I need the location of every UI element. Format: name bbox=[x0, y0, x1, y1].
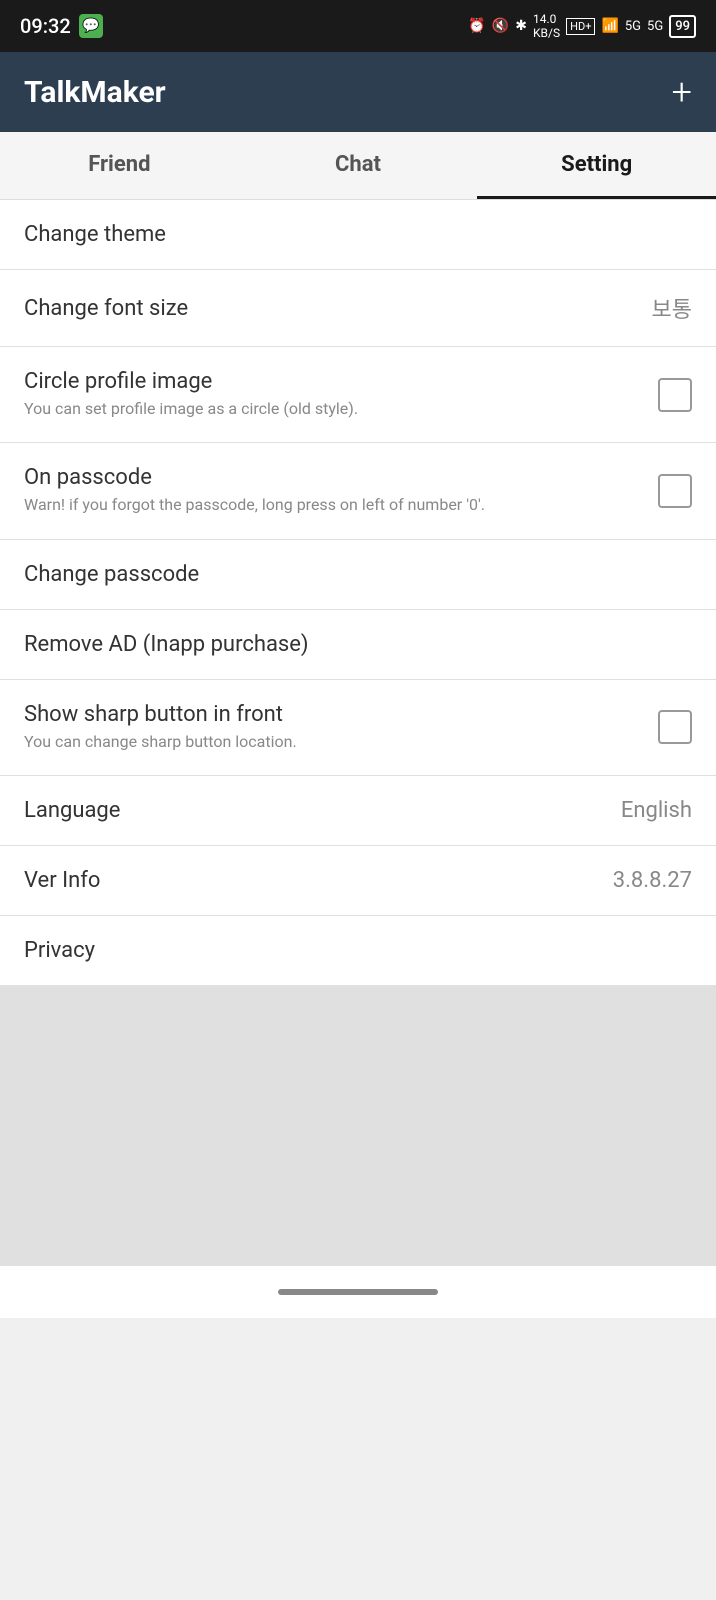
bluetooth-icon: ✱ bbox=[515, 18, 527, 34]
checkbox-circle-profile-image[interactable] bbox=[658, 378, 692, 412]
setting-item-change-passcode[interactable]: Change passcode bbox=[0, 540, 716, 610]
setting-label-language: Language bbox=[24, 798, 605, 823]
setting-item-change-font-size[interactable]: Change font size 보통 bbox=[0, 270, 716, 347]
setting-value-language: English bbox=[621, 798, 692, 823]
hd-icon: HD+ bbox=[566, 18, 595, 35]
setting-item-on-passcode[interactable]: On passcode Warn! if you forgot the passc… bbox=[0, 443, 716, 539]
setting-item-ver-info[interactable]: Ver Info 3.8.8.27 bbox=[0, 846, 716, 916]
setting-label-group-privacy: Privacy bbox=[24, 938, 692, 963]
chat-notification-icon bbox=[79, 14, 103, 38]
setting-label-privacy: Privacy bbox=[24, 938, 692, 963]
setting-item-change-theme[interactable]: Change theme bbox=[0, 200, 716, 270]
setting-label-group-change-font-size: Change font size bbox=[24, 296, 636, 321]
setting-label-group-language: Language bbox=[24, 798, 605, 823]
tab-chat[interactable]: Chat bbox=[239, 132, 478, 199]
battery-level: 99 bbox=[675, 19, 690, 34]
alarm-icon: ⏰ bbox=[468, 18, 485, 34]
signal-5g: 5G bbox=[647, 19, 663, 34]
wifi-icon: 📶 bbox=[601, 18, 618, 34]
setting-label-change-theme: Change theme bbox=[24, 222, 692, 247]
tab-setting[interactable]: Setting bbox=[477, 132, 716, 199]
app-header: TalkMaker + bbox=[0, 52, 716, 132]
setting-item-show-sharp-button[interactable]: Show sharp button in front You can change… bbox=[0, 680, 716, 776]
status-time: 09:32 bbox=[20, 14, 103, 38]
setting-label-group-show-sharp-button: Show sharp button in front You can change… bbox=[24, 702, 642, 753]
settings-list: Change theme Change font size 보통 Circle pro… bbox=[0, 200, 716, 986]
setting-label-change-passcode: Change passcode bbox=[24, 562, 692, 587]
setting-item-remove-ad[interactable]: Remove AD (Inapp purchase) bbox=[0, 610, 716, 680]
setting-label-group-ver-info: Ver Info bbox=[24, 868, 597, 893]
setting-label-on-passcode: On passcode bbox=[24, 465, 642, 490]
battery-indicator: 99 bbox=[669, 15, 696, 38]
setting-label-circle-profile-image: Circle profile image bbox=[24, 369, 642, 394]
setting-item-language[interactable]: Language English bbox=[0, 776, 716, 846]
setting-label-group-change-theme: Change theme bbox=[24, 222, 692, 247]
signal-4g: 5G bbox=[625, 19, 641, 34]
data-speed: 14.0KB/S bbox=[533, 12, 560, 40]
setting-label-group-on-passcode: On passcode Warn! if you forgot the passc… bbox=[24, 465, 642, 516]
setting-item-circle-profile-image[interactable]: Circle profile image You can set profile … bbox=[0, 347, 716, 443]
setting-sublabel-on-passcode: Warn! if you forgot the passcode, long p… bbox=[24, 494, 642, 516]
setting-label-group-circle-profile-image: Circle profile image You can set profile … bbox=[24, 369, 642, 420]
setting-label-ver-info: Ver Info bbox=[24, 868, 597, 893]
bottom-gray-area bbox=[0, 986, 716, 1266]
setting-label-remove-ad: Remove AD (Inapp purchase) bbox=[24, 632, 692, 657]
add-button[interactable]: + bbox=[672, 74, 692, 110]
setting-label-show-sharp-button: Show sharp button in front bbox=[24, 702, 642, 727]
setting-sublabel-circle-profile-image: You can set profile image as a circle (o… bbox=[24, 398, 642, 420]
setting-value-ver-info: 3.8.8.27 bbox=[613, 868, 692, 893]
status-icons: ⏰ 🔇 ✱ 14.0KB/S HD+ 📶 5G 5G 99 bbox=[468, 12, 696, 40]
setting-sublabel-show-sharp-button: You can change sharp button location. bbox=[24, 731, 642, 753]
app-title: TalkMaker bbox=[24, 75, 166, 110]
status-bar: 09:32 ⏰ 🔇 ✱ 14.0KB/S HD+ 📶 5G 5G 99 bbox=[0, 0, 716, 52]
setting-value-change-font-size: 보통 bbox=[652, 292, 692, 324]
tab-friend[interactable]: Friend bbox=[0, 132, 239, 199]
setting-label-group-remove-ad: Remove AD (Inapp purchase) bbox=[24, 632, 692, 657]
checkbox-on-passcode[interactable] bbox=[658, 474, 692, 508]
checkbox-show-sharp-button[interactable] bbox=[658, 710, 692, 744]
setting-label-change-font-size: Change font size bbox=[24, 296, 636, 321]
home-indicator-bar bbox=[0, 1266, 716, 1318]
home-indicator bbox=[278, 1289, 438, 1295]
setting-label-group-change-passcode: Change passcode bbox=[24, 562, 692, 587]
setting-item-privacy[interactable]: Privacy bbox=[0, 916, 716, 986]
mute-icon: 🔇 bbox=[492, 18, 509, 34]
tab-bar: Friend Chat Setting bbox=[0, 132, 716, 200]
time-display: 09:32 bbox=[20, 14, 71, 38]
